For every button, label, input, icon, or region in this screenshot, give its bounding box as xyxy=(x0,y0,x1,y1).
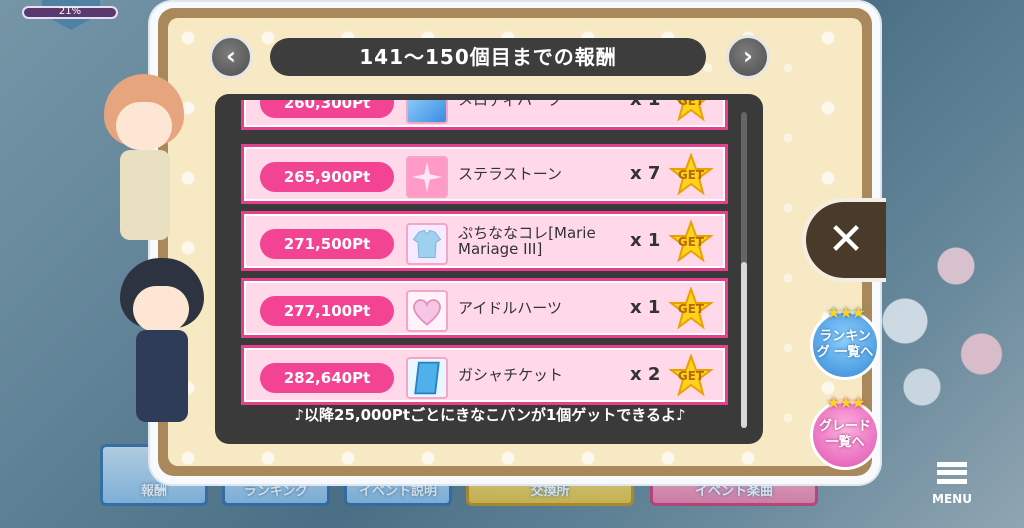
item-name: ステラストーン xyxy=(458,164,562,183)
get-star-icon: GET xyxy=(668,286,714,331)
get-star-icon: GET xyxy=(668,152,714,197)
points-pill: 271,500Pt xyxy=(260,229,394,259)
item-qty: x 1 xyxy=(630,230,661,251)
heart-icon xyxy=(406,290,448,332)
sparkle-stone-icon xyxy=(406,156,448,198)
reward-row: 271,500Pt ぷちななコレ[Marie Mariage III] x 1 … xyxy=(241,211,728,271)
item-name: ぷちななコレ[Marie Mariage III] xyxy=(458,223,596,258)
progress-label: 21% xyxy=(58,6,82,17)
item-name: ガシャチケット xyxy=(458,365,564,384)
item-name: メロディハーツ xyxy=(458,100,618,127)
points-pill: 282,640Pt xyxy=(260,363,394,393)
character-body xyxy=(120,150,170,240)
progress-bar: 21% xyxy=(22,6,118,19)
get-label: GET xyxy=(677,369,705,383)
hamburger-icon xyxy=(937,462,967,484)
get-label: GET xyxy=(677,168,705,182)
reward-list[interactable]: 260,300Pt メロディハーツ x 1 GET 265,900Pt ステラス… xyxy=(241,100,728,406)
close-icon: ✕ xyxy=(827,214,865,265)
character-face xyxy=(133,286,189,332)
character-face xyxy=(116,102,172,150)
get-star-icon: GET xyxy=(669,100,713,123)
get-label: GET xyxy=(677,302,705,316)
item-qty: x 2 xyxy=(630,364,661,385)
reward-row: 277,100Pt アイドルハーツ x 1 GET xyxy=(241,278,728,338)
menu-label: MENU xyxy=(932,492,972,506)
get-star-icon: GET xyxy=(668,353,714,398)
next-page-button[interactable]: › xyxy=(726,35,770,79)
points-pill: 260,300Pt xyxy=(260,100,394,118)
menu-button[interactable]: MENU xyxy=(922,458,982,514)
heart-music-icon xyxy=(406,100,448,124)
grade-list-button[interactable]: ★★★ グレード 一覧へ xyxy=(810,393,880,470)
get-label: GET xyxy=(677,100,705,108)
reward-row: 260,300Pt メロディハーツ x 1 GET xyxy=(241,100,728,130)
bonus-note: ♪以降25,000Ptごとにきなこパンが1個ゲットできるよ♪ xyxy=(294,406,686,424)
ticket-icon xyxy=(406,357,448,399)
item-qty: x 1 xyxy=(630,100,660,127)
chevron-right-icon: › xyxy=(743,42,753,70)
grade-list-label: グレード 一覧へ xyxy=(818,419,871,450)
character-body xyxy=(136,330,188,422)
get-label: GET xyxy=(677,235,705,249)
item-name: アイドルハーツ xyxy=(458,298,562,317)
get-star-icon: GET xyxy=(668,219,714,264)
points-pill: 277,100Pt xyxy=(260,296,394,326)
close-button[interactable]: ✕ xyxy=(802,198,886,282)
reward-row: 265,900Pt ステラストーン x 7 GET xyxy=(241,144,728,204)
ranking-list-label: ランキング 一覧へ xyxy=(816,329,874,360)
reward-row: 282,640Pt ガシャチケット x 2 GET xyxy=(241,345,728,405)
item-qty: x 1 xyxy=(630,297,661,318)
item-qty: x 7 xyxy=(630,163,661,184)
level-badge: 21% xyxy=(22,0,118,40)
stars-icon: ★★★ xyxy=(826,303,865,322)
ranking-list-button[interactable]: ★★★ ランキング 一覧へ xyxy=(810,303,880,380)
modal-title: 141〜150個目までの報酬 xyxy=(270,38,706,76)
stars-icon: ★★★ xyxy=(826,393,865,412)
shirt-icon xyxy=(406,223,448,265)
points-pill: 265,900Pt xyxy=(260,162,394,192)
prev-page-button[interactable]: ‹ xyxy=(209,35,253,79)
chevron-left-icon: ‹ xyxy=(226,42,236,70)
